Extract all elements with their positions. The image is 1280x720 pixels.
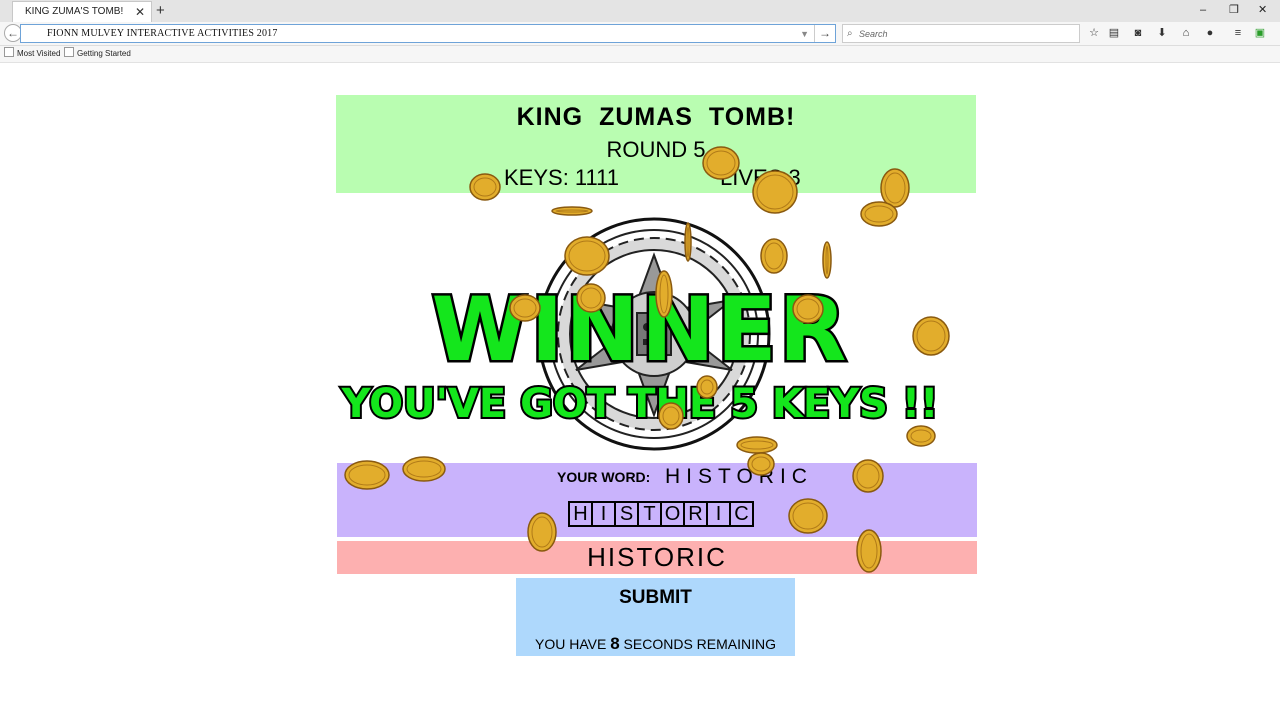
bookmark-page-icon xyxy=(64,47,74,57)
url-dropdown-icon[interactable]: ▼ xyxy=(800,25,809,43)
winner-banner: WINNER xyxy=(429,278,849,381)
download-icon[interactable]: ⬇ xyxy=(1154,25,1170,41)
coin-icon xyxy=(752,170,798,214)
coin-icon xyxy=(655,270,673,318)
letter-tiles: H I S T O R I C xyxy=(568,501,754,527)
your-word-value: HISTORIC xyxy=(665,465,813,488)
keys-counter: KEYS: 1111 xyxy=(504,165,619,190)
coin-icon xyxy=(469,173,501,201)
bookmark-getting-started[interactable]: Getting Started xyxy=(64,46,131,62)
coin-icon xyxy=(564,236,610,276)
close-tab-icon[interactable]: ✕ xyxy=(135,2,145,22)
minimize-icon[interactable]: – xyxy=(1200,0,1206,20)
letter-tile[interactable]: T xyxy=(637,501,662,527)
reading-list-icon[interactable]: ▤ xyxy=(1106,25,1122,41)
coin-icon xyxy=(852,459,884,493)
coin-icon xyxy=(906,425,936,447)
coin-icon xyxy=(912,316,950,356)
go-arrow-icon[interactable]: → xyxy=(814,25,835,42)
address-bar[interactable]: FIONN MULVEY INTERACTIVE ACTIVITIES 2017… xyxy=(20,24,836,43)
restore-icon[interactable]: ❐ xyxy=(1229,0,1239,20)
letter-tile[interactable]: I xyxy=(706,501,731,527)
coin-icon xyxy=(702,146,740,180)
coin-icon xyxy=(551,203,593,216)
submit-button[interactable]: SUBMIT xyxy=(516,587,795,609)
timer-seconds: 8 xyxy=(610,634,620,653)
browser-tab[interactable]: KING ZUMA'S TOMB! ✕ xyxy=(12,1,152,22)
tab-bar: KING ZUMA'S TOMB! ✕ + – ❐ ✕ xyxy=(0,0,1280,22)
coin-icon xyxy=(509,294,541,322)
chat-icon[interactable]: ● xyxy=(1202,25,1218,41)
url-text[interactable]: FIONN MULVEY INTERACTIVE ACTIVITIES 2017 xyxy=(47,25,278,43)
bookmarks-bar: Most Visited Getting Started xyxy=(0,46,1280,63)
star-icon[interactable]: ☆ xyxy=(1086,25,1102,41)
coin-icon xyxy=(760,238,788,274)
coin-icon xyxy=(856,529,882,573)
coin-icon xyxy=(788,498,828,534)
game-title: KING ZUMAS TOMB! xyxy=(516,103,796,131)
bookmark-folder-icon xyxy=(4,47,14,57)
letter-tile[interactable]: C xyxy=(729,501,754,527)
winner-subtitle: YOU'VE GOT THE 5 KEYS !! xyxy=(340,381,941,427)
bookmark-most-visited[interactable]: Most Visited xyxy=(4,46,60,62)
pocket-icon[interactable]: ◙ xyxy=(1130,25,1146,41)
window-close-icon[interactable]: ✕ xyxy=(1258,0,1267,20)
coin-icon xyxy=(792,294,824,324)
new-tab-icon[interactable]: + xyxy=(156,1,165,21)
coin-icon xyxy=(402,456,446,482)
coin-icon xyxy=(344,460,390,490)
coin-icon xyxy=(527,512,557,552)
letter-tile[interactable]: I xyxy=(591,501,616,527)
submit-panel: SUBMIT YOU HAVE 8 SECONDS REMAINING xyxy=(516,578,795,656)
round-indicator: ROUND 5 xyxy=(606,137,706,162)
letter-tile[interactable]: S xyxy=(614,501,639,527)
letter-tile[interactable]: H xyxy=(568,501,593,527)
letter-tile[interactable]: O xyxy=(660,501,685,527)
coin-icon xyxy=(747,452,775,476)
search-input[interactable]: ⌕ Search xyxy=(842,24,1080,43)
search-placeholder: Search xyxy=(859,29,888,39)
letter-tile[interactable]: R xyxy=(683,501,708,527)
your-word-label: YOUR WORD: xyxy=(557,469,651,485)
tab-title: KING ZUMA'S TOMB! xyxy=(25,6,124,17)
coin-icon xyxy=(822,241,832,279)
coin-icon xyxy=(684,222,692,262)
coin-icon xyxy=(696,375,718,399)
search-icon: ⌕ xyxy=(847,28,853,39)
coin-icon xyxy=(860,201,898,227)
menu-icon[interactable]: ≡ xyxy=(1230,25,1246,41)
home-icon[interactable]: ⌂ xyxy=(1178,25,1194,41)
timer-text: YOU HAVE 8 SECONDS REMAINING xyxy=(534,634,777,653)
extension-icon[interactable]: ▣ xyxy=(1252,25,1268,41)
coin-icon xyxy=(576,283,606,313)
coin-icon xyxy=(658,402,684,430)
